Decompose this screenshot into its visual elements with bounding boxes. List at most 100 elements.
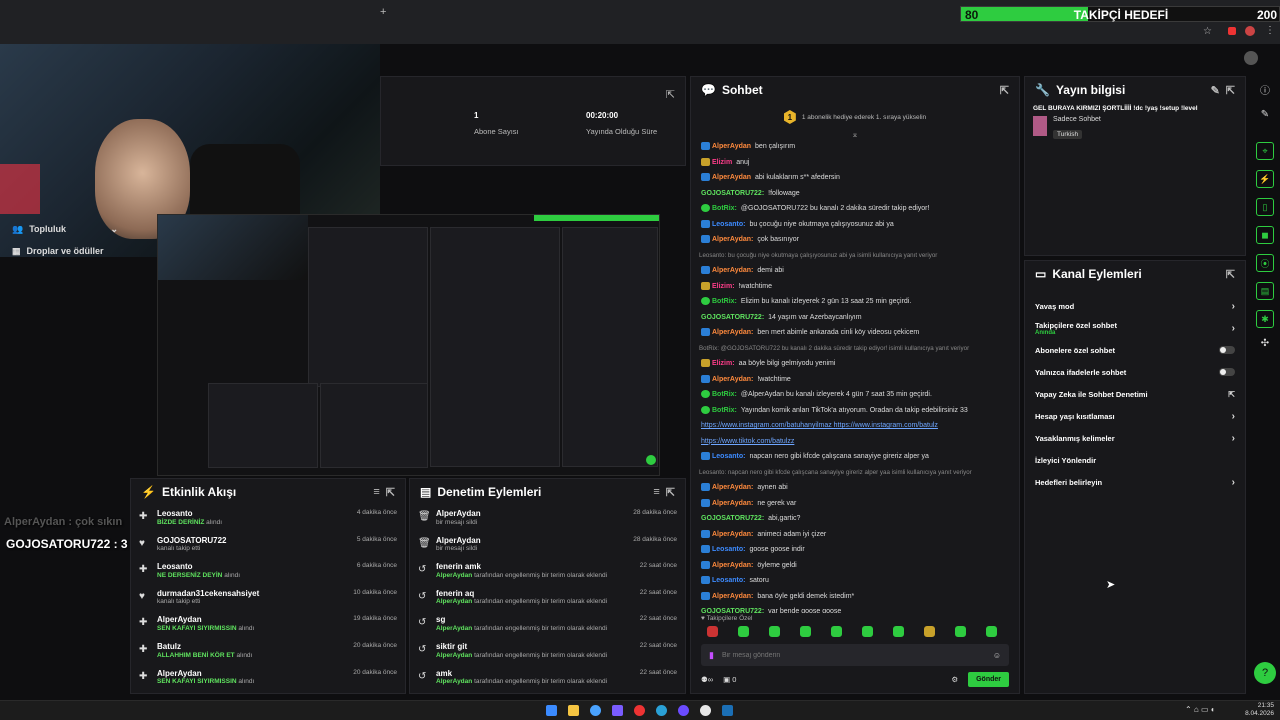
chat-message[interactable]: AlperAydan abi kulaklarım s** afedersin xyxy=(691,170,1019,186)
chrome-icon[interactable] xyxy=(590,705,601,716)
chat-username[interactable]: Leosanto: xyxy=(712,577,745,584)
edge-icon[interactable] xyxy=(656,705,667,716)
chat-message[interactable]: Leosanto: bu çocuğu niye okutmaya çalışıy… xyxy=(691,217,1019,233)
chat-message[interactable]: AlperAydan: çok basınıyor xyxy=(691,232,1019,248)
popout-icon[interactable]: ⇱ xyxy=(1226,84,1235,97)
chat-message[interactable]: AlperAydan: bana öyle geldi demek istedim… xyxy=(691,589,1019,605)
chevron-right-icon[interactable]: › xyxy=(1232,411,1235,422)
channel-action-row[interactable]: Yasaklanmış kelimeler › xyxy=(1025,427,1245,449)
chat-username[interactable]: AlperAydan: xyxy=(712,236,753,243)
chat-username[interactable]: Elizim xyxy=(712,159,732,166)
chat-username[interactable]: BotRix: xyxy=(712,407,737,414)
popout-icon[interactable]: ⇱ xyxy=(386,486,395,499)
channel-action-row[interactable]: Takipçilere özel sohbet Anında › xyxy=(1025,317,1245,339)
external-link-icon[interactable]: ⇱ xyxy=(1228,390,1235,399)
extension-icon[interactable] xyxy=(1228,27,1236,35)
chat-username[interactable]: AlperAydan xyxy=(712,174,751,181)
popout-icon[interactable]: ⇱ xyxy=(666,486,675,499)
chat-username[interactable]: AlperAydan: xyxy=(712,562,753,569)
channel-action-row[interactable]: Abonelere özel sohbet xyxy=(1025,339,1245,361)
channel-action-row[interactable]: Yavaş mod › xyxy=(1025,295,1245,317)
info-icon[interactable]: ⓘ xyxy=(1260,82,1270,97)
chat-message[interactable]: https://www.tiktok.com/batulzz xyxy=(691,434,1019,450)
settings-gear-icon[interactable]: ⚙ xyxy=(951,675,958,684)
language-tag[interactable]: Turkish xyxy=(1053,130,1083,139)
chat-username[interactable]: Leosanto: xyxy=(712,221,745,228)
file-explorer-icon[interactable] xyxy=(568,705,579,716)
sidebar-item-drops[interactable]: ▦ Droplar ve ödüller xyxy=(0,240,128,262)
help-chat-icon[interactable]: ? xyxy=(1254,662,1276,684)
chat-message[interactable]: Elizim anuj xyxy=(691,155,1019,171)
chat-username[interactable]: AlperAydan: xyxy=(712,593,753,600)
chat-message[interactable]: Elizim: !watchtime xyxy=(691,279,1019,295)
chat-username[interactable]: GOJOSATORU722: xyxy=(701,515,764,522)
sidebar-item-community[interactable]: 👥 Topluluk ⌄ xyxy=(0,218,128,240)
chevron-right-icon[interactable]: › xyxy=(1232,323,1235,334)
toggle-switch[interactable] xyxy=(1219,368,1235,376)
filter-icon[interactable]: ≡ xyxy=(373,486,379,498)
infinity-counter[interactable]: ⚉∞ xyxy=(701,675,713,684)
collapse-chevron-icon[interactable]: ⌅ xyxy=(691,131,1019,139)
emote-icon[interactable] xyxy=(769,625,780,637)
feed-row[interactable]: ↺ siktir git AlperAydan tarafından engelle… xyxy=(410,638,685,665)
chevron-right-icon[interactable]: › xyxy=(1232,477,1235,488)
chat-message[interactable]: Leosanto: goose goose indir xyxy=(691,542,1019,558)
emote-icon[interactable] xyxy=(955,625,966,637)
chat-username[interactable]: Leosanto: xyxy=(712,453,745,460)
wrench-icon[interactable]: ✱ xyxy=(1256,310,1274,328)
chat-link[interactable]: https://www.instagram.com/batuhanyilmaz … xyxy=(701,422,938,429)
bolt-icon[interactable]: ⚡ xyxy=(1256,170,1274,188)
windows-start-icon[interactable] xyxy=(546,705,557,716)
toggle-switch[interactable] xyxy=(1219,346,1235,354)
chat-message[interactable]: AlperAydan: ben mert abimle ankarada cinl… xyxy=(691,325,1019,341)
popout-icon[interactable]: ⇱ xyxy=(1000,84,1009,97)
emote-icon[interactable] xyxy=(862,625,873,637)
feed-row[interactable]: ✚ Batulz ALLAHHIM BENİ KÖR ET alındı 20 dak… xyxy=(131,638,405,665)
chat-username[interactable]: GOJOSATORU722: xyxy=(701,190,764,197)
opera-icon[interactable] xyxy=(634,705,645,716)
system-clock[interactable]: 21:35 8.04.2026 xyxy=(1244,702,1274,718)
chat-username[interactable]: Leosanto: xyxy=(712,546,745,553)
chat-username[interactable]: AlperAydan: xyxy=(712,500,753,507)
chat-message[interactable]: https://www.instagram.com/batuhanyilmaz … xyxy=(691,418,1019,434)
emote-icon[interactable] xyxy=(893,625,904,637)
feed-row[interactable]: ✚ Leosanto NE DERSENİZ DEYİN alındı 6 dakik… xyxy=(131,558,405,585)
feed-row[interactable]: ↺ fenerin amk AlperAydan tarafından engell… xyxy=(410,558,685,585)
user-avatar[interactable] xyxy=(1244,51,1258,65)
layout-icon[interactable]: ▤ xyxy=(1256,282,1274,300)
chat-message[interactable]: Elizim: aa böyle bilgi gelmiyodu yenimi xyxy=(691,356,1019,372)
feed-row[interactable]: ↺ fenerin aq AlperAydan tarafından engelle… xyxy=(410,585,685,612)
chat-username[interactable]: AlperAydan: xyxy=(712,376,753,383)
popout-icon[interactable]: ⇱ xyxy=(666,85,675,103)
chat-link[interactable]: https://www.tiktok.com/batulzz xyxy=(701,438,794,445)
tray-icons[interactable]: ⌃ ⌂ ▭ ◐ xyxy=(1185,705,1216,714)
chat-username[interactable]: BotRix: xyxy=(712,298,737,305)
chat-message[interactable]: Leosanto: napcan nero gibi kfcde çalışcan… xyxy=(691,449,1019,465)
chat-reply-context[interactable]: Leosanto: napcan nero gibi kfcde çalışca… xyxy=(691,465,1019,481)
chat-message[interactable]: AlperAydan: animeci adam iyi çizer xyxy=(691,527,1019,543)
channel-action-row[interactable]: Hedefleri belirleyin › xyxy=(1025,471,1245,493)
chat-username[interactable]: AlperAydan: xyxy=(712,484,753,491)
app-icon[interactable] xyxy=(612,705,623,716)
mic-icon[interactable]: ▮ xyxy=(709,650,714,661)
filter-icon[interactable]: ≡ xyxy=(653,486,659,498)
chat-message[interactable]: BotRix: @GOJOSATORU722 bu kanalı 2 dakika… xyxy=(691,201,1019,217)
points-counter[interactable]: ▣ 0 xyxy=(723,675,736,684)
chat-username[interactable]: Elizim: xyxy=(712,360,735,367)
channel-action-row[interactable]: Yalnızca ifadelerle sohbet xyxy=(1025,361,1245,383)
emote-icon[interactable] xyxy=(738,625,749,637)
send-button[interactable]: Gönder xyxy=(968,671,1009,687)
profile-avatar[interactable] xyxy=(1245,26,1255,36)
chat-message[interactable]: AlperAydan: ne gerek var xyxy=(691,496,1019,512)
channel-action-row[interactable]: İzleyici Yönlendir xyxy=(1025,449,1245,471)
chat-message[interactable]: AlperAydan: aynen abi xyxy=(691,480,1019,496)
chat-username[interactable]: AlperAydan: xyxy=(712,329,753,336)
menu-dots-icon[interactable]: ⋮ xyxy=(1265,25,1275,36)
emote-icon[interactable] xyxy=(800,625,811,637)
chevron-right-icon[interactable]: › xyxy=(1232,301,1235,312)
chat-username[interactable]: Elizim: xyxy=(712,283,735,290)
feed-row[interactable]: ✚ Leosanto BİZDE DERİNİZ alındı 4 dakika ön… xyxy=(131,505,405,532)
emote-icon[interactable] xyxy=(924,625,935,637)
chat-message[interactable]: AlperAydan: öyleme geldi xyxy=(691,558,1019,574)
chat-message[interactable]: GOJOSATORU722: !followage xyxy=(691,186,1019,202)
